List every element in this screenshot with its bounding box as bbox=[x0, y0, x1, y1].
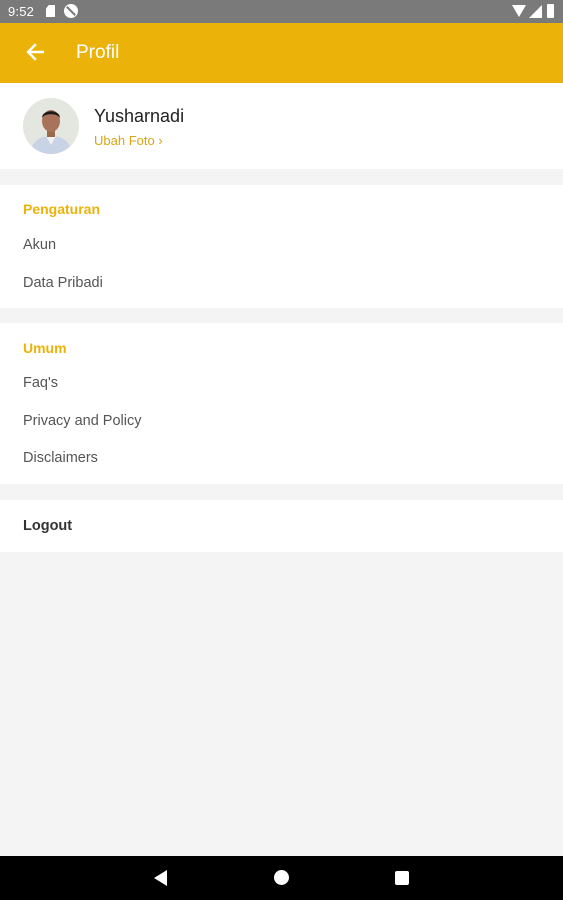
avatar[interactable] bbox=[23, 98, 79, 154]
menu-item-personal-data[interactable]: Data Pribadi bbox=[0, 266, 563, 300]
page-title: Profil bbox=[76, 42, 120, 63]
sd-card-icon bbox=[46, 5, 55, 17]
section-title-general: Umum bbox=[23, 340, 67, 356]
status-time: 9:52 bbox=[8, 4, 35, 19]
menu-item-account[interactable]: Akun bbox=[0, 228, 563, 262]
menu-item-disclaimers[interactable]: Disclaimers bbox=[0, 441, 563, 475]
square-recent-icon[interactable] bbox=[395, 871, 409, 885]
circle-home-icon[interactable] bbox=[274, 870, 289, 885]
user-photo-icon bbox=[23, 98, 79, 154]
logout-section: Logout bbox=[0, 500, 563, 552]
menu-item-faq[interactable]: Faq's bbox=[0, 366, 563, 400]
section-title-settings: Pengaturan bbox=[23, 201, 101, 217]
triangle-back-icon[interactable] bbox=[154, 870, 167, 886]
change-photo-link[interactable]: Ubah Foto › bbox=[94, 133, 163, 148]
user-name: Yusharnadi bbox=[94, 106, 185, 126]
settings-section: Pengaturan Akun Data Pribadi bbox=[0, 185, 563, 308]
arrow-left-icon bbox=[26, 43, 44, 61]
menu-item-privacy-policy[interactable]: Privacy and Policy bbox=[0, 404, 563, 438]
back-button[interactable] bbox=[20, 37, 50, 67]
logout-button[interactable]: Logout bbox=[0, 509, 563, 543]
battery-icon bbox=[547, 4, 554, 18]
status-bar: 9:52 bbox=[0, 0, 563, 23]
system-nav-bar bbox=[0, 856, 563, 900]
app-bar: Profil bbox=[0, 23, 563, 83]
general-section: Umum Faq's Privacy and Policy Disclaimer… bbox=[0, 323, 563, 484]
profile-card: Yusharnadi Ubah Foto › bbox=[0, 83, 563, 169]
wifi-icon bbox=[512, 5, 526, 17]
signal-icon bbox=[529, 5, 542, 18]
data-saver-icon bbox=[64, 4, 78, 18]
